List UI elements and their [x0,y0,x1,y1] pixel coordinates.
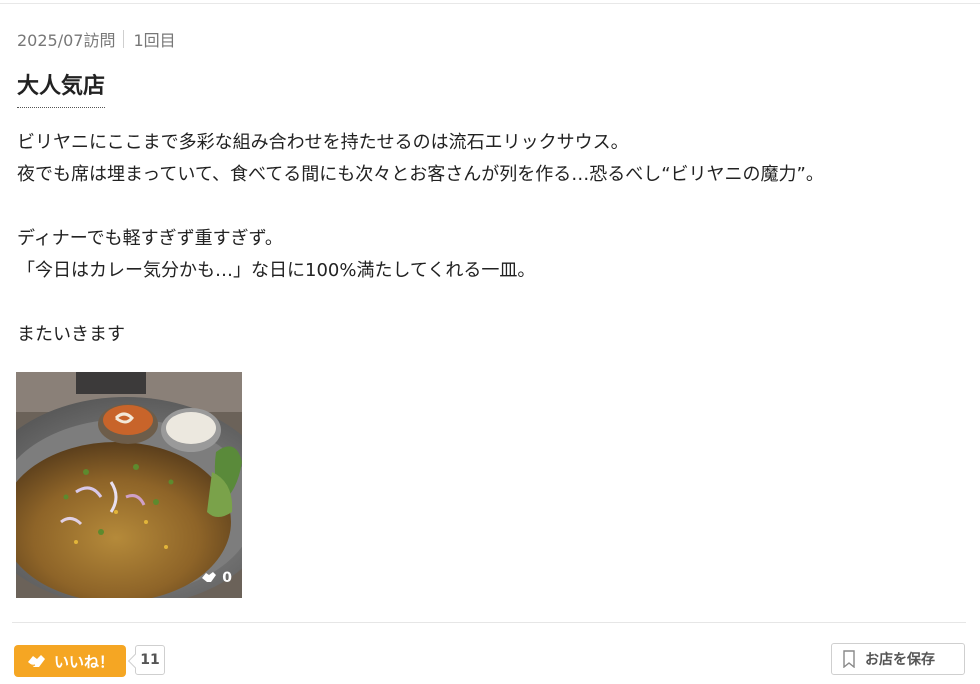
biryani-photo-image [16,372,242,598]
meta-separator [123,30,125,48]
review-line: 「今日はカレー気分かも…」な日に100%満たしてくれる一皿。 [17,260,536,281]
photo-like-count: 0 [222,570,232,586]
review-line: またいきます [17,324,125,345]
like-button[interactable]: いいね！ [14,645,126,677]
review-line-blank [17,191,957,223]
bookmark-icon [843,650,855,668]
action-divider [12,622,966,623]
review-title: 大人気店 [17,68,106,108]
review-body: ビリヤニにここまで多彩な組み合わせを持たせるのは流石エリックサウス。 夜でも席は… [17,127,957,351]
visit-count: 1回目 [133,31,176,50]
save-button-label: お店を保存 [865,652,935,668]
review-line: 夜でも席は埋まっていて、食べてる間にも次々とお客さんが列を作る…恐るべし“ビリヤ… [17,164,824,185]
review-line: ビリヤニにここまで多彩な組み合わせを持たせるのは流石エリックサウス。 [17,132,629,153]
like-button-label: いいね！ [53,652,114,671]
save-restaurant-button[interactable]: お店を保存 [831,643,965,675]
review-line-blank [17,287,957,319]
review-photo[interactable]: 0 [16,372,242,598]
like-hand-icon [27,655,45,667]
like-count: 11 [135,645,165,675]
photo-like-badge[interactable]: 0 [200,570,232,586]
visit-meta: 2025/07訪問 1回目 [17,27,176,51]
like-hand-icon [202,572,217,582]
top-divider [0,3,980,4]
review-line: ディナーでも軽すぎず重すぎず。 [17,228,283,249]
visit-date: 2025/07訪問 [17,31,116,50]
